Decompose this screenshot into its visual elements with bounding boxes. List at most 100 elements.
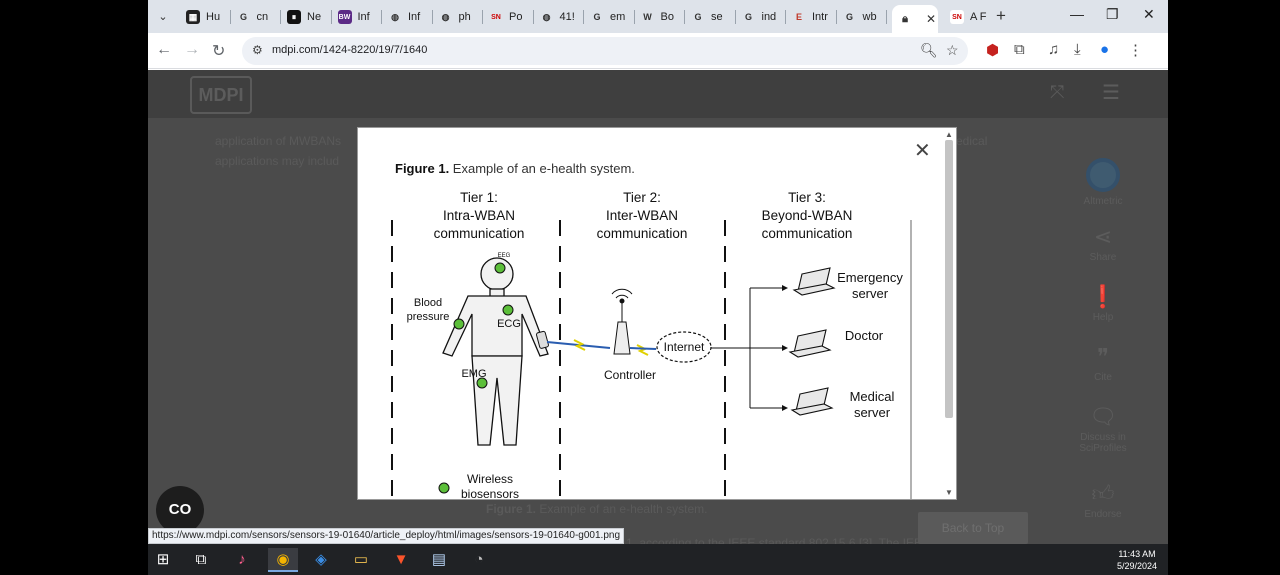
tab-favicon-bw: BW xyxy=(337,10,352,24)
lock-icon: 🔒︎ xyxy=(898,12,912,26)
tab-4[interactable]: ◍ Inf xyxy=(382,5,433,29)
tab-label: Intr xyxy=(812,11,828,23)
connection-arrows xyxy=(711,287,786,409)
forward-icon[interactable]: → xyxy=(184,41,200,59)
system-clock[interactable]: 11:43 AM 5/29/2024 xyxy=(1108,548,1166,572)
speedometer-icon[interactable]: ◔ xyxy=(464,548,494,572)
brave-icon[interactable]: ▼ xyxy=(386,548,416,572)
tab-active[interactable]: 🔒︎ ✕ xyxy=(892,5,938,33)
task-view-icon[interactable]: ⧉ xyxy=(186,548,216,572)
itunes-icon[interactable]: ♪ xyxy=(227,548,257,572)
tab-10[interactable]: Gse xyxy=(685,5,736,29)
site-info-icon[interactable]: ⚙ xyxy=(252,43,263,57)
tab-last[interactable]: SN A F xyxy=(944,5,992,29)
extensions-icon[interactable]: ⧉ xyxy=(1014,41,1025,58)
tier1-title: Tier 1: xyxy=(460,190,498,205)
chevron-down-icon: ⌄ xyxy=(158,11,168,23)
tab-1[interactable]: Gcn xyxy=(231,5,281,29)
controller-router-icon xyxy=(611,288,633,355)
share-icon: ⋖ xyxy=(1093,224,1113,249)
profile-avatar-icon[interactable]: ● xyxy=(1100,41,1109,58)
globe-icon: ◍ xyxy=(438,10,453,24)
restore-icon[interactable]: ❐ xyxy=(1106,6,1119,23)
label-biosensors: biosensors xyxy=(461,487,519,500)
sidebar-cite[interactable]: ❞ Cite xyxy=(1068,344,1138,383)
label-emg: EMG xyxy=(461,368,486,380)
menu-kebab-icon[interactable]: ⋮ xyxy=(1128,41,1143,59)
address-bar[interactable]: ⚙ mdpi.com/1424-8220/19/7/1640 🔍︎ ☆ xyxy=(242,37,968,65)
tab-label: Inf xyxy=(408,11,421,23)
tab-7[interactable]: ◍ 41! xyxy=(534,5,584,29)
help-icon: ❗ xyxy=(1089,284,1117,309)
file-explorer-icon[interactable]: ▭ xyxy=(346,548,376,572)
modal-caption: Figure 1. Example of an e-health system. xyxy=(395,161,635,176)
hamburger-menu-icon[interactable]: ☰ xyxy=(1102,80,1120,105)
article-text-line: 1, according to the IEEE standard 802.15… xyxy=(626,536,930,544)
reload-icon[interactable]: ↻ xyxy=(212,41,225,61)
sidebar-discuss[interactable]: 🗨︎ Discuss in SciProfiles xyxy=(1068,404,1138,454)
tab-11[interactable]: Gind xyxy=(736,5,786,29)
tier1-sub1: Intra-WBAN xyxy=(443,208,515,223)
tier3-title: Tier 3: xyxy=(788,190,826,205)
label-emergency: Emergency xyxy=(837,270,903,285)
expand-icon[interactable]: ⤧ xyxy=(1050,82,1064,103)
tab-6[interactable]: SN Po xyxy=(483,5,534,29)
tier2-sub2: communication xyxy=(597,226,688,241)
clock-date: 5/29/2024 xyxy=(1116,561,1158,571)
extension-badge-icon[interactable]: ⬢ xyxy=(986,41,999,59)
scroll-down-icon[interactable]: ▼ xyxy=(945,488,953,497)
new-tab-button[interactable]: + xyxy=(996,6,1006,26)
google-icon: G xyxy=(842,10,857,24)
back-to-top-button[interactable]: Back to Top xyxy=(918,512,1028,544)
altmetric-icon xyxy=(1086,158,1120,192)
sidebar-altmetric[interactable]: Altmetric xyxy=(1068,158,1138,207)
tab-0[interactable]: ▦ Hu xyxy=(180,5,231,29)
tab-12[interactable]: E Intr xyxy=(786,5,837,29)
modal-close-icon[interactable]: ✕ xyxy=(914,138,931,163)
sidebar-help[interactable]: ❗ Help xyxy=(1068,284,1138,323)
tier2-sub1: Inter-WBAN xyxy=(606,208,678,223)
sensor-ecg xyxy=(502,304,514,316)
label-doctor: Doctor xyxy=(845,328,884,343)
close-window-icon[interactable]: ✕ xyxy=(1143,6,1155,23)
lightning-bolt-icon xyxy=(636,344,649,356)
tab-3[interactable]: BW Inf xyxy=(332,5,382,29)
clock-time: 11:43 AM xyxy=(1118,549,1156,559)
laptop-medical-icon xyxy=(790,387,834,416)
zoom-icon[interactable]: 🔍︎ xyxy=(920,42,938,59)
download-icon[interactable]: ⤓ xyxy=(1074,41,1081,58)
media-control-icon[interactable]: ♫ xyxy=(1048,41,1059,58)
notepad-icon[interactable]: ▤ xyxy=(424,548,454,572)
app-icon-blue[interactable]: ◈ xyxy=(306,548,336,572)
tab-favicon-sn: SN xyxy=(489,10,503,24)
tab-13[interactable]: Gwb xyxy=(837,5,887,29)
windows-start-icon[interactable]: ⊞ xyxy=(148,548,178,572)
scroll-up-icon[interactable]: ▲ xyxy=(945,130,953,139)
tab-5[interactable]: ◍ ph xyxy=(433,5,483,29)
figure-caption-text: Example of an e-health system. xyxy=(539,502,708,516)
google-icon: G xyxy=(236,10,251,24)
tab-label: se xyxy=(711,11,723,23)
chrome-icon[interactable]: ◉ xyxy=(268,548,298,572)
tab-2[interactable]: ⏸ Ne xyxy=(281,5,332,29)
modal-scrollbar[interactable] xyxy=(945,140,953,418)
sidebar-endorse[interactable]: 👍︎ Endorse xyxy=(1068,480,1138,520)
bookmark-star-icon[interactable]: ☆ xyxy=(946,42,959,59)
tab-8[interactable]: Gem xyxy=(584,5,635,29)
figure-caption-bg: Figure 1. Example of an e-health system. xyxy=(486,502,707,516)
co-button[interactable]: CO xyxy=(156,486,204,534)
back-icon[interactable]: ← xyxy=(156,41,172,59)
tab-label: A F xyxy=(970,11,987,23)
tab-9[interactable]: W Bo xyxy=(635,5,685,29)
close-tab-icon[interactable]: ✕ xyxy=(926,12,936,26)
mdpi-logo[interactable]: MDPI xyxy=(190,76,252,114)
sidebar-share[interactable]: ⋖ Share xyxy=(1068,224,1138,263)
tab-label: wb xyxy=(862,11,877,23)
minimize-icon[interactable]: — xyxy=(1070,6,1084,22)
tab-favicon-hu: ▦ xyxy=(186,10,200,24)
sidebar-label: Cite xyxy=(1094,372,1112,383)
article-text-fragment: edical xyxy=(956,134,988,148)
tab-label: Hu xyxy=(206,11,221,23)
tab-search-button[interactable]: ⌄ xyxy=(152,6,174,28)
e-health-figure[interactable]: Tier 1: Intra-WBAN communication Tier 2:… xyxy=(384,186,917,500)
